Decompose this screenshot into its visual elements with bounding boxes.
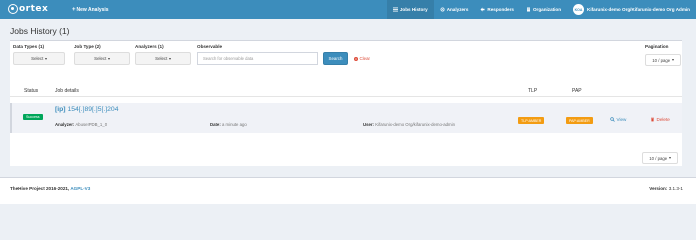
status-badge: Success	[23, 114, 43, 120]
date-meta-value: a minute ago	[221, 122, 247, 127]
version-label: Version:	[649, 186, 668, 191]
view-job-label: View	[616, 117, 627, 122]
new-analysis-label: New Analysis	[76, 6, 109, 13]
nav-responders-label: Responders	[487, 7, 514, 12]
nav-jobs-history[interactable]: Jobs History	[386, 0, 434, 19]
nav-jobs-history-label: Jobs History	[399, 7, 428, 12]
filters-bar: Data Types (1) Select Job Type (2) Selec…	[10, 41, 682, 81]
license-link[interactable]: AGPL-V3	[70, 186, 90, 191]
nav-analyzers[interactable]: Analyzers	[434, 0, 475, 19]
analyzer-meta-label: Analyzer:	[55, 122, 75, 127]
pagination-select-bottom-value: 10 / page	[649, 155, 668, 161]
analyzers-select[interactable]: Select	[135, 52, 191, 65]
clear-button-label: Clear	[359, 56, 371, 61]
clear-icon: ×	[354, 56, 358, 61]
footer-version: Version: 3.1.3-1	[649, 186, 683, 191]
version-value: 3.1.3-1	[668, 186, 683, 191]
analyzer-meta-value: AbuseIPDB_1_0	[75, 122, 108, 127]
nav-organization-label: Organization	[532, 7, 562, 12]
job-date: Date: a minute ago	[210, 122, 247, 127]
caret-down-icon	[44, 57, 47, 60]
top-navbar: ortex + New Analysis Jobs History Analyz…	[0, 0, 696, 19]
trash-icon	[651, 117, 654, 122]
table-row: Success [ip] 154[.]89[.]5[.]204 Analyzer…	[10, 103, 682, 133]
pap-badge: PAP:AMBER	[566, 117, 593, 124]
data-types-select[interactable]: Select	[13, 52, 65, 65]
job-type-select-value: Select	[94, 56, 107, 61]
page-title: Jobs History (1)	[10, 26, 70, 36]
plus-icon: +	[72, 6, 76, 13]
cogs-icon	[440, 7, 445, 12]
footer-copyright: TheHive Project 2016-2021, AGPL-V3	[10, 186, 90, 191]
nav-organization[interactable]: Organization	[520, 0, 567, 19]
job-observable: 154[.]89[.]5[.]204	[67, 106, 119, 113]
header-divider	[10, 96, 682, 97]
tlp-badge: TLP:AMBER	[518, 117, 545, 124]
caret-down-icon	[107, 57, 110, 60]
analyzers-filter-label: Analyzers (1)	[135, 44, 164, 49]
user-meta-value: Kifarunix-demo Org/kifarunix-demo-admin	[375, 122, 455, 127]
building-icon	[526, 7, 530, 12]
pagination-label: Pagination	[645, 44, 669, 49]
avatar: KOA	[573, 4, 585, 15]
observable-search-input[interactable]: Search for observable data	[197, 52, 318, 65]
pagination-select-top[interactable]: 10 / page	[645, 54, 681, 66]
nav-right: Jobs History Analyzers Responders Organi…	[386, 0, 696, 19]
search-button[interactable]: Search	[323, 52, 348, 65]
footer: TheHive Project 2016-2021, AGPL-V3 Versi…	[0, 177, 696, 204]
nav-responders[interactable]: Responders	[474, 0, 520, 19]
job-user: User: Kifarunix-demo Org/kifarunix-demo-…	[363, 122, 455, 127]
responder-icon	[480, 7, 485, 12]
search-icon	[610, 117, 615, 122]
delete-job-link[interactable]: Delete	[650, 117, 670, 122]
date-meta-label: Date:	[210, 122, 221, 127]
clear-button[interactable]: × Clear	[354, 52, 370, 65]
caret-down-icon	[671, 59, 674, 61]
footer-project: TheHive Project 2016-2021,	[10, 186, 70, 191]
new-analysis-button[interactable]: + New Analysis	[72, 0, 109, 19]
data-types-label: Data Types (1)	[13, 44, 45, 49]
header-job-details: Job details	[55, 88, 79, 94]
logo-text: ortex	[19, 4, 49, 14]
user-menu-label: Kifarunix-demo Org/Kifarunix-demo Org Ad…	[587, 7, 690, 12]
header-pap: PAP	[572, 88, 582, 94]
jobs-box: Data Types (1) Select Job Type (2) Selec…	[10, 40, 682, 166]
observable-label: Observable	[197, 44, 223, 49]
logo-c-icon	[8, 4, 18, 14]
job-analyzer: Analyzer: AbuseIPDB_1_0	[55, 122, 107, 127]
user-meta-label: User:	[363, 122, 374, 127]
view-job-link[interactable]: View	[610, 117, 626, 122]
user-menu[interactable]: KOA Kifarunix-demo Org/Kifarunix-demo Or…	[567, 0, 696, 19]
job-type-label: Job Type (2)	[74, 44, 101, 49]
pagination-select-value: 10 / page	[652, 57, 671, 63]
caret-down-icon	[168, 57, 171, 60]
header-status: Status	[24, 88, 39, 94]
delete-job-label: Delete	[656, 117, 670, 122]
job-data-type: [ip]	[55, 106, 66, 113]
header-tlp: TLP	[528, 88, 538, 94]
cortex-logo[interactable]: ortex	[8, 4, 48, 14]
list-icon	[392, 7, 398, 12]
analyzers-select-value: Select	[155, 56, 168, 61]
caret-down-icon	[668, 157, 671, 159]
job-title-link[interactable]: [ip] 154[.]89[.]5[.]204	[55, 106, 119, 113]
job-type-select[interactable]: Select	[74, 52, 130, 65]
nav-analyzers-label: Analyzers	[446, 7, 469, 12]
pagination-select-bottom[interactable]: 10 / page	[642, 152, 678, 164]
data-types-select-value: Select	[31, 56, 44, 61]
